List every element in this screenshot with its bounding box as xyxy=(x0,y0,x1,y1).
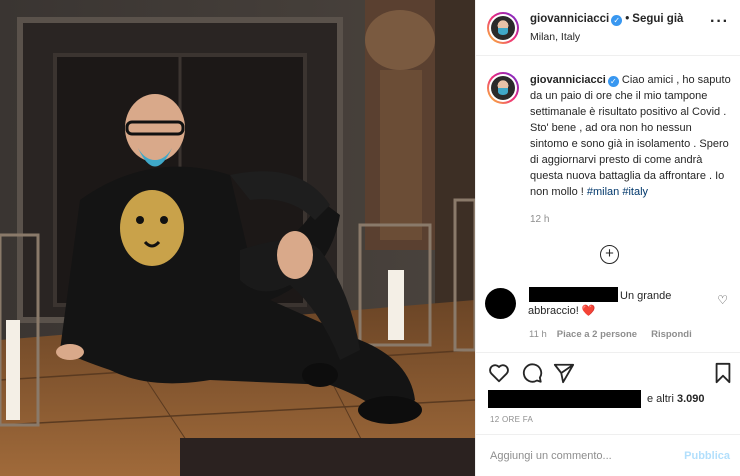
caption-text-block: giovanniciacci ✓ Ciao amici , ho saputo d… xyxy=(530,72,732,200)
reply-button[interactable]: Rispondi xyxy=(651,329,692,340)
load-more-comments-icon[interactable]: + xyxy=(600,245,619,264)
post-photo[interactable] xyxy=(0,0,475,476)
commenter-username-redacted[interactable] xyxy=(529,287,618,302)
post-date: 12 ORE FA xyxy=(490,415,534,424)
comment-likes-link[interactable]: Piace a 2 persone xyxy=(557,329,637,340)
verified-badge-icon: ✓ xyxy=(607,76,619,87)
follow-button[interactable]: Segui già xyxy=(632,13,683,25)
separator-dot: • xyxy=(625,13,630,25)
hashtag-link[interactable]: #milan xyxy=(587,186,619,198)
heart-emoji-icon: ❤️ xyxy=(581,305,596,317)
verified-badge-icon: ✓ xyxy=(611,15,623,26)
save-bookmark-icon[interactable] xyxy=(712,362,734,384)
caption-author-avatar[interactable] xyxy=(487,72,519,104)
comment-input[interactable]: Aggiungi un commento... xyxy=(490,450,612,462)
caption-username[interactable]: giovanniciacci xyxy=(530,74,606,86)
add-comment-bar: Aggiungi un commento... Pubblica xyxy=(476,434,740,476)
instagram-post: giovanniciacci ✓ • Segui già Milan, Italy ·… xyxy=(0,0,740,476)
comment-like-heart-icon[interactable]: ♡ xyxy=(717,293,728,307)
author-username[interactable]: giovanniciacci xyxy=(530,13,609,25)
author-line: giovanniciacci ✓ • Segui già xyxy=(530,13,683,26)
likes-others-prefix: e altri xyxy=(647,393,674,405)
publish-button[interactable]: Pubblica xyxy=(684,450,730,462)
post-photo-image xyxy=(0,0,475,476)
commenter-avatar-redacted[interactable] xyxy=(485,288,516,319)
caption-text: Ciao amici , ho saputo da un paio di ore… xyxy=(530,74,731,198)
post-header: giovanniciacci ✓ • Segui già Milan, Italy ·… xyxy=(476,0,740,56)
liker-username-redacted[interactable] xyxy=(488,390,641,408)
caption-time: 12 h xyxy=(530,214,550,225)
more-options-icon[interactable]: ··· xyxy=(710,13,729,31)
post-actions: e altri 3.090 12 ORE FA xyxy=(476,352,740,447)
author-avatar[interactable] xyxy=(487,12,519,44)
hashtag-link[interactable]: #italy xyxy=(622,186,648,198)
likes-others[interactable]: e altri 3.090 xyxy=(647,393,705,405)
likes-summary: e altri 3.090 xyxy=(488,390,733,408)
like-heart-icon[interactable] xyxy=(488,362,510,384)
comment-meta: 11 h Piace a 2 persone Rispondi xyxy=(529,329,706,340)
likes-others-count: 3.090 xyxy=(676,393,705,405)
post-location[interactable]: Milan, Italy xyxy=(530,31,580,43)
share-send-icon[interactable] xyxy=(553,362,575,384)
post-sidebar: giovanniciacci ✓ • Segui già Milan, Italy ·… xyxy=(475,0,740,476)
comment-time: 11 h xyxy=(529,329,547,340)
comment-bubble-icon[interactable] xyxy=(521,362,543,384)
